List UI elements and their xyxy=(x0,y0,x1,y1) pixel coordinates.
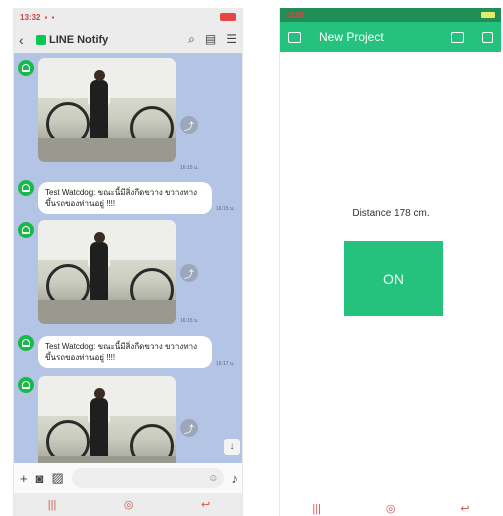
bell-icon xyxy=(22,184,30,192)
bell-icon xyxy=(22,226,30,234)
menu-bars-icon[interactable]: ||| xyxy=(312,503,321,515)
line-notify-phone: 13:32 ▪ ▪ ‹ LINE Notify ⌕ ▤ ☰ ⤴ 16:15 น.… xyxy=(13,8,243,516)
avatar[interactable] xyxy=(18,222,34,238)
search-icon[interactable]: ⌕ xyxy=(188,32,195,47)
message-bubble[interactable]: Test Watcdog: ขณะนี้มีสิ่งกีดขวาง ขวางทา… xyxy=(38,336,212,368)
message-time: 16:17 น. xyxy=(216,361,235,367)
notes-icon[interactable]: ▤ xyxy=(205,32,216,47)
avatar[interactable] xyxy=(18,60,34,76)
on-button[interactable]: ON xyxy=(344,241,443,316)
chat-title: LINE Notify xyxy=(49,33,109,46)
project-title: New Project xyxy=(319,30,384,44)
message-time: 16:15 น. xyxy=(216,206,235,212)
menu-icon[interactable]: ☰ xyxy=(226,32,237,47)
battery-icon xyxy=(481,12,495,18)
alert-photo[interactable] xyxy=(38,220,176,324)
blynk-phone: 13:56 New Project Distance 178 cm. ON ||… xyxy=(279,8,501,516)
message-bubble[interactable]: Test Watcdog: ขณะนี้มีสิ่งกีดขวาง ขวางทา… xyxy=(38,182,212,214)
device-icon[interactable] xyxy=(451,31,464,43)
header-actions xyxy=(451,31,493,43)
microphone-icon[interactable]: ♪ xyxy=(232,471,239,486)
message-input[interactable]: ☺ xyxy=(71,468,224,488)
message-input-bar: + ◙ ▨ ☺ ♪ xyxy=(14,463,242,493)
bell-icon xyxy=(22,339,30,347)
chevron-left-icon[interactable]: ‹ xyxy=(19,32,33,48)
status-icons: ▪ ▪ xyxy=(44,12,56,22)
fingerprint-icon[interactable]: ◎ xyxy=(124,498,134,511)
chat-area[interactable]: ⤴ 16:15 น. Test Watcdog: ขณะนี้มีสิ่งกีด… xyxy=(14,53,242,480)
avatar[interactable] xyxy=(18,377,34,393)
image-icon[interactable]: ▨ xyxy=(51,470,63,486)
menu-bars-icon[interactable]: ||| xyxy=(48,499,57,511)
app-header: New Project xyxy=(280,22,501,52)
status-bar: 13:32 ▪ ▪ xyxy=(14,8,242,26)
bell-icon xyxy=(22,64,30,72)
fingerprint-icon[interactable]: ◎ xyxy=(386,502,396,515)
line-logo-icon xyxy=(36,34,46,45)
exit-icon[interactable] xyxy=(288,31,301,43)
message-time: 16:15 น. xyxy=(180,318,199,324)
scroll-down-icon[interactable]: ↓ xyxy=(224,439,240,455)
bell-icon xyxy=(22,381,30,389)
alert-photo[interactable] xyxy=(38,58,176,162)
back-arrow-icon[interactable]: ↩ xyxy=(460,502,469,515)
play-icon[interactable] xyxy=(482,31,493,43)
message-time: 16:15 น. xyxy=(180,165,199,171)
status-time: 13:56 xyxy=(286,11,304,19)
camera-icon[interactable]: ◙ xyxy=(36,471,44,486)
status-bar: 13:56 xyxy=(280,8,501,22)
status-time: 13:32 xyxy=(20,12,41,22)
screenshot-stage: 13:32 ▪ ▪ ‹ LINE Notify ⌕ ▤ ☰ ⤴ 16:15 น.… xyxy=(0,0,503,516)
plus-icon[interactable]: + xyxy=(20,471,28,486)
avatar[interactable] xyxy=(18,180,34,196)
back-arrow-icon[interactable]: ↩ xyxy=(201,498,210,511)
share-icon[interactable]: ⤴ xyxy=(180,116,198,134)
header-actions: ⌕ ▤ ☰ xyxy=(188,32,237,47)
system-nav-bar: ||| ◎ ↩ xyxy=(14,493,242,516)
system-nav-bar: ||| ◎ ↩ xyxy=(280,501,502,516)
distance-label: Distance 178 cm. xyxy=(352,208,430,219)
battery-icon xyxy=(220,13,236,21)
emoji-icon[interactable]: ☺ xyxy=(208,473,218,484)
share-icon[interactable]: ⤴ xyxy=(180,419,198,437)
chat-header: ‹ LINE Notify ⌕ ▤ ☰ xyxy=(14,26,242,53)
share-icon[interactable]: ⤴ xyxy=(180,264,198,282)
avatar[interactable] xyxy=(18,335,34,351)
